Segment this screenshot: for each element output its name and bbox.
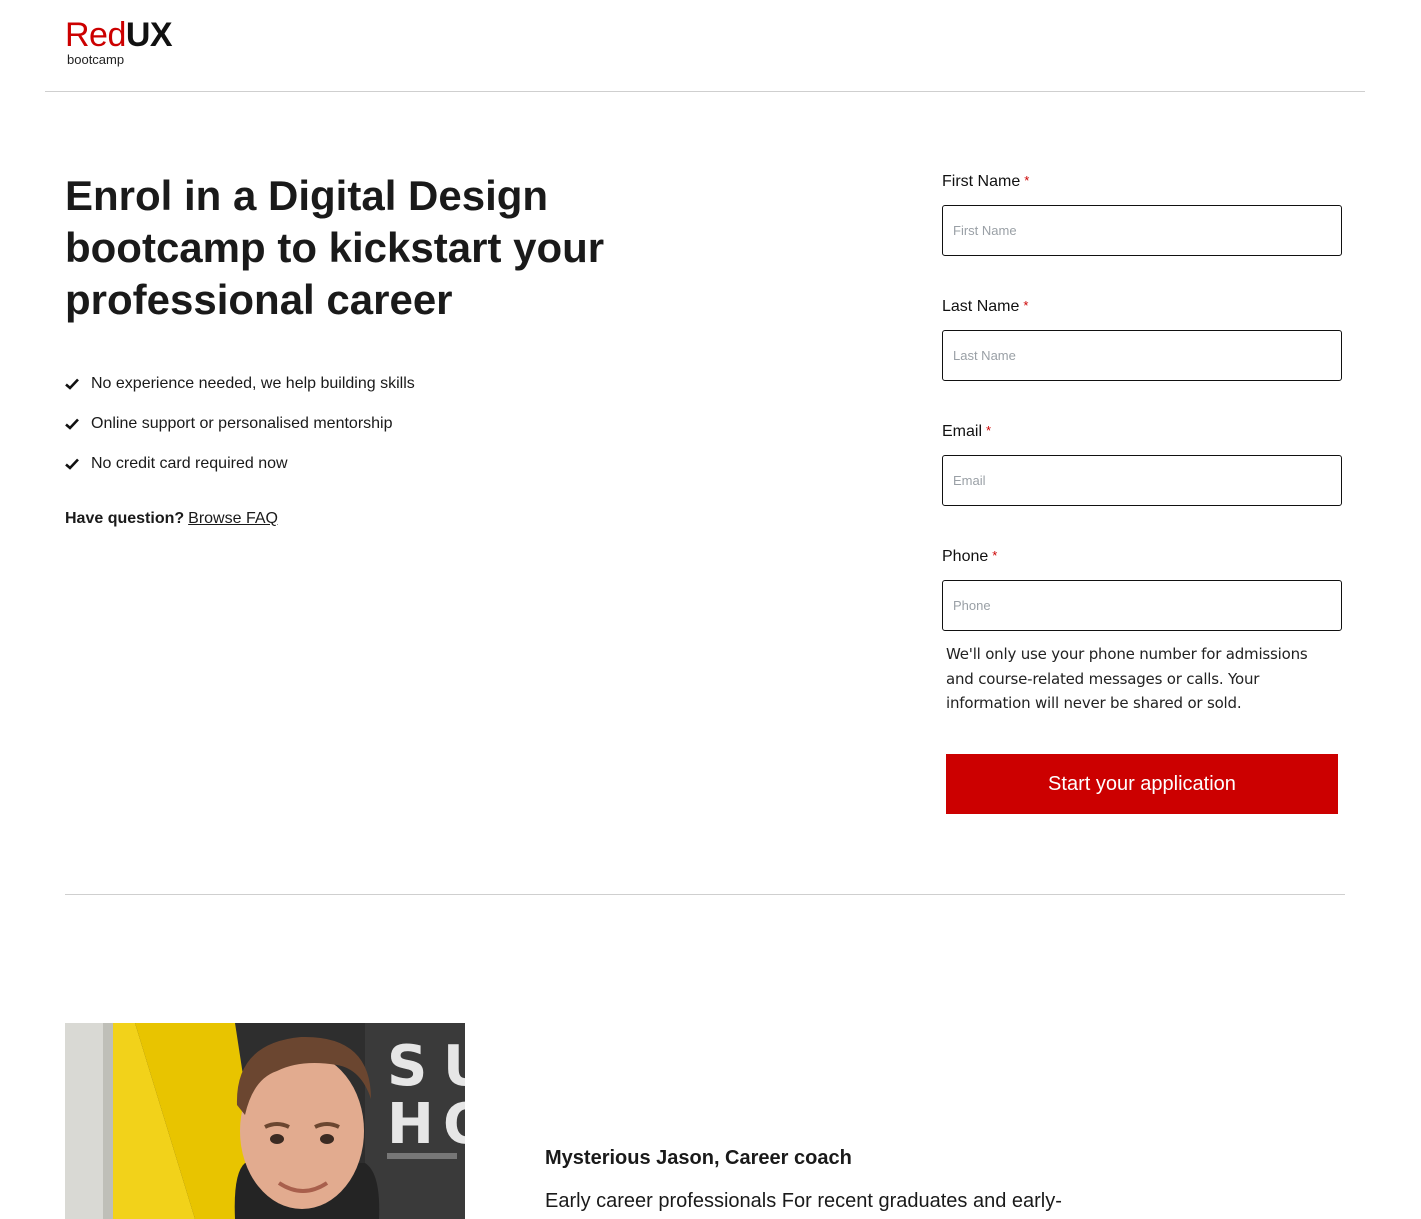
benefits-list: No experience needed, we help building s…	[65, 364, 415, 484]
logo-ux-part: UX	[125, 16, 173, 54]
benefit-text: No experience needed, we help building s…	[91, 375, 415, 392]
svg-text:O: O	[443, 1092, 465, 1157]
email-label: Email *	[942, 423, 991, 441]
logo-red-part: Red	[65, 16, 126, 54]
coach-photo: S H U O	[65, 1023, 465, 1219]
benefit-text: Online support or personalised mentorshi…	[91, 415, 393, 432]
check-icon	[65, 458, 79, 470]
benefit-item: No experience needed, we help building s…	[65, 364, 415, 404]
last-name-label: Last Name *	[942, 298, 1028, 316]
phone-privacy-note: We'll only use your phone number for adm…	[946, 645, 1308, 712]
required-marker: *	[1023, 298, 1029, 313]
phone-label: Phone *	[942, 548, 997, 566]
last-name-label-text: Last Name	[942, 298, 1020, 315]
page-title: Enrol in a Digital Design bootcamp to ki…	[65, 172, 605, 323]
check-icon	[65, 378, 79, 390]
required-marker: *	[992, 548, 998, 563]
required-marker: *	[986, 423, 992, 438]
email-label-text: Email	[942, 423, 983, 440]
coach-name: Mysterious Jason, Career coach	[545, 1147, 852, 1169]
site-header: RedUX bootcamp	[0, 0, 1421, 92]
email-input[interactable]	[942, 455, 1342, 506]
benefit-item: No credit card required now	[65, 444, 415, 484]
logo-wordmark: RedUX	[65, 16, 173, 54]
required-marker: *	[1024, 173, 1030, 188]
first-name-input[interactable]	[942, 205, 1342, 256]
start-application-button[interactable]: Start your application	[946, 754, 1338, 814]
benefit-item: Online support or personalised mentorshi…	[65, 404, 415, 444]
faq-prompt: Have question? Browse FAQ	[65, 510, 278, 528]
coach-quote: Early career professionals For recent gr…	[545, 1190, 1062, 1212]
check-icon	[65, 418, 79, 430]
phone-label-text: Phone	[942, 548, 989, 565]
first-name-label-text: First Name	[942, 173, 1021, 190]
faq-question-text: Have question?	[65, 510, 185, 527]
benefit-text: No credit card required now	[91, 455, 288, 472]
section-divider	[65, 894, 1345, 895]
coach-portrait-image: S H U O	[65, 1023, 465, 1219]
svg-text:H: H	[387, 1092, 434, 1157]
logo-tagline: bootcamp	[67, 52, 125, 67]
header-divider	[45, 91, 1365, 92]
redux-logo[interactable]: RedUX bootcamp	[65, 16, 173, 67]
enrolment-page: RedUX bootcamp Enrol in a Digital Design…	[0, 0, 1421, 1219]
browse-faq-link[interactable]: Browse FAQ	[188, 510, 278, 527]
svg-text:S: S	[387, 1034, 427, 1099]
phone-input[interactable]	[942, 580, 1342, 631]
first-name-label: First Name *	[942, 173, 1029, 191]
last-name-input[interactable]	[942, 330, 1342, 381]
svg-text:U: U	[443, 1034, 465, 1099]
